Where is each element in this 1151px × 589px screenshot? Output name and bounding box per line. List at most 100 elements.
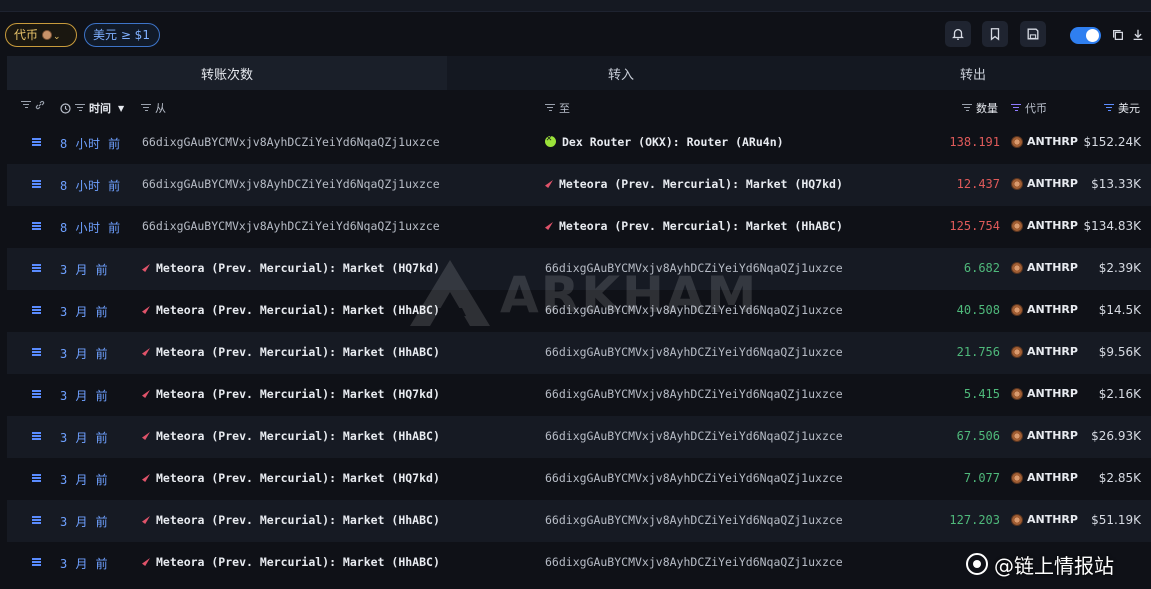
filter-icon <box>1104 104 1114 112</box>
menu-icon[interactable] <box>32 306 41 314</box>
save-icon <box>1027 28 1039 40</box>
table-row[interactable]: 8 小时 前 66dixgGAuBYCMVxjv8AyhDCZiYeiYd6Nq… <box>7 206 1151 248</box>
from-entity[interactable]: Meteora (Prev. Mercurial): Market (HhABC… <box>142 513 440 527</box>
bookmark-button[interactable] <box>982 21 1008 47</box>
from-address[interactable]: 66dixgGAuBYCMVxjv8AyhDCZiYeiYd6NqaQZj1ux… <box>142 135 440 149</box>
from-entity[interactable]: Meteora (Prev. Mercurial): Market (HQ7kd… <box>142 471 440 485</box>
time-link[interactable]: 3 月 前 <box>60 513 108 530</box>
to-address[interactable]: 66dixgGAuBYCMVxjv8AyhDCZiYeiYd6NqaQZj1ux… <box>545 471 843 485</box>
to-address[interactable]: 66dixgGAuBYCMVxjv8AyhDCZiYeiYd6NqaQZj1ux… <box>545 261 843 275</box>
menu-icon[interactable] <box>32 138 41 146</box>
table-row[interactable]: 3 月 前 Meteora (Prev. Mercurial): Market … <box>7 374 1151 416</box>
filter-icon <box>21 101 31 109</box>
menu-icon[interactable] <box>32 432 41 440</box>
to-entity[interactable]: Meteora (Prev. Mercurial): Market (HhABC… <box>545 219 843 233</box>
token-cell[interactable]: ANTHRP <box>1011 177 1078 190</box>
token-cell[interactable]: ANTHRP <box>1011 513 1078 526</box>
meteora-icon <box>142 390 150 398</box>
from-entity[interactable]: Meteora (Prev. Mercurial): Market (HhABC… <box>142 555 440 569</box>
time-link[interactable]: 3 月 前 <box>60 429 108 446</box>
to-address[interactable]: 66dixgGAuBYCMVxjv8AyhDCZiYeiYd6NqaQZj1ux… <box>545 345 843 359</box>
menu-icon[interactable] <box>32 474 41 482</box>
usd-column-header[interactable]: 美元 <box>1104 100 1140 116</box>
sort-desc-icon: ▼ <box>118 103 125 113</box>
anthrp-coin-icon <box>1011 261 1023 274</box>
from-entity-label: Meteora (Prev. Mercurial): Market (HQ7kd… <box>156 261 440 275</box>
from-address[interactable]: 66dixgGAuBYCMVxjv8AyhDCZiYeiYd6NqaQZj1ux… <box>142 219 440 233</box>
table-row[interactable]: 3 月 前 Meteora (Prev. Mercurial): Market … <box>7 248 1151 290</box>
menu-icon[interactable] <box>32 516 41 524</box>
table-row[interactable]: 8 小时 前 66dixgGAuBYCMVxjv8AyhDCZiYeiYd6Nq… <box>7 164 1151 206</box>
menu-icon[interactable] <box>32 222 41 230</box>
token-cell[interactable]: ANTHRP <box>1011 303 1078 316</box>
link-filter-header[interactable] <box>21 100 45 110</box>
from-entity[interactable]: Meteora (Prev. Mercurial): Market (HhABC… <box>142 429 440 443</box>
table-row[interactable]: 3 月 前 Meteora (Prev. Mercurial): Market … <box>7 500 1151 542</box>
tab-transfers[interactable]: 转账次数 <box>7 56 447 90</box>
time-link[interactable]: 3 月 前 <box>60 303 108 320</box>
time-column-header[interactable]: 时间 ▼ <box>60 100 124 116</box>
to-address[interactable]: 66dixgGAuBYCMVxjv8AyhDCZiYeiYd6NqaQZj1ux… <box>545 429 843 443</box>
table-row[interactable]: 3 月 前 Meteora (Prev. Mercurial): Market … <box>7 416 1151 458</box>
token-column-header[interactable]: 代币 <box>1011 100 1047 116</box>
to-column-header[interactable]: 至 <box>545 100 570 116</box>
copy-icon[interactable] <box>1111 28 1125 42</box>
from-entity[interactable]: Meteora (Prev. Mercurial): Market (HhABC… <box>142 303 440 317</box>
amount-value: 12.437 <box>956 177 1000 191</box>
from-entity[interactable]: Meteora (Prev. Mercurial): Market (HhABC… <box>142 345 440 359</box>
table-row[interactable]: 3 月 前 Meteora (Prev. Mercurial): Market … <box>7 290 1151 332</box>
to-address[interactable]: 66dixgGAuBYCMVxjv8AyhDCZiYeiYd6NqaQZj1ux… <box>545 513 843 527</box>
alert-button[interactable] <box>945 21 971 47</box>
to-address[interactable]: 66dixgGAuBYCMVxjv8AyhDCZiYeiYd6NqaQZj1ux… <box>545 555 843 569</box>
token-cell[interactable]: ANTHRP <box>1011 219 1078 232</box>
save-button[interactable] <box>1020 21 1046 47</box>
token-symbol: ANTHRP <box>1027 303 1078 316</box>
menu-icon[interactable] <box>32 348 41 356</box>
bookmark-icon <box>990 28 1000 41</box>
menu-icon[interactable] <box>32 180 41 188</box>
menu-icon[interactable] <box>32 558 41 566</box>
from-header-label: 从 <box>155 102 166 115</box>
menu-icon[interactable] <box>32 390 41 398</box>
table-row[interactable]: 3 月 前 Meteora (Prev. Mercurial): Market … <box>7 332 1151 374</box>
time-link[interactable]: 8 小时 前 <box>60 219 121 236</box>
amount-column-header[interactable]: 数量 <box>962 100 998 116</box>
token-cell[interactable]: ANTHRP <box>1011 261 1078 274</box>
usd-header-label: 美元 <box>1118 102 1140 115</box>
token-cell[interactable]: ANTHRP <box>1011 387 1078 400</box>
from-address[interactable]: 66dixgGAuBYCMVxjv8AyhDCZiYeiYd6NqaQZj1ux… <box>142 177 440 191</box>
token-cell[interactable]: ANTHRP <box>1011 471 1078 484</box>
to-address[interactable]: 66dixgGAuBYCMVxjv8AyhDCZiYeiYd6NqaQZj1ux… <box>545 387 843 401</box>
time-link[interactable]: 3 月 前 <box>60 555 108 572</box>
to-entity[interactable]: Dex Router (OKX): Router (ARu4n) <box>545 133 784 149</box>
meteora-icon <box>142 558 150 566</box>
download-icon[interactable] <box>1131 28 1145 42</box>
token-filter-label: 代币 <box>14 28 39 42</box>
table-row[interactable]: 3 月 前 Meteora (Prev. Mercurial): Market … <box>7 458 1151 500</box>
to-entity[interactable]: Meteora (Prev. Mercurial): Market (HQ7kd… <box>545 177 843 191</box>
usd-toggle[interactable] <box>1070 27 1101 44</box>
to-address[interactable]: 66dixgGAuBYCMVxjv8AyhDCZiYeiYd6NqaQZj1ux… <box>545 303 843 317</box>
from-column-header[interactable]: 从 <box>141 100 166 116</box>
from-entity[interactable]: Meteora (Prev. Mercurial): Market (HQ7kd… <box>142 261 440 275</box>
table-row[interactable]: 8 小时 前 66dixgGAuBYCMVxjv8AyhDCZiYeiYd6Nq… <box>7 122 1151 164</box>
time-link[interactable]: 3 月 前 <box>60 261 108 278</box>
tab-outflow[interactable]: 转出 <box>795 56 1151 90</box>
time-link[interactable]: 3 月 前 <box>60 345 108 362</box>
token-symbol: ANTHRP <box>1027 135 1078 148</box>
usd-filter-chip[interactable]: 美元 ≥ $1 <box>84 23 160 47</box>
tab-inflow[interactable]: 转入 <box>447 56 795 90</box>
token-cell[interactable]: ANTHRP <box>1011 345 1078 358</box>
time-link[interactable]: 8 小时 前 <box>60 177 121 194</box>
from-entity[interactable]: Meteora (Prev. Mercurial): Market (HQ7kd… <box>142 387 440 401</box>
time-link[interactable]: 3 月 前 <box>60 387 108 404</box>
token-filter-chip[interactable]: 代币 ⌄ <box>5 23 77 47</box>
token-cell[interactable]: ANTHRP <box>1011 135 1078 148</box>
meteora-icon <box>142 432 150 440</box>
menu-icon[interactable] <box>32 264 41 272</box>
usd-value: $2.16K <box>1098 387 1141 401</box>
token-cell[interactable]: ANTHRP <box>1011 429 1078 442</box>
time-link[interactable]: 8 小时 前 <box>60 135 121 152</box>
link-icon <box>35 100 45 110</box>
time-link[interactable]: 3 月 前 <box>60 471 108 488</box>
